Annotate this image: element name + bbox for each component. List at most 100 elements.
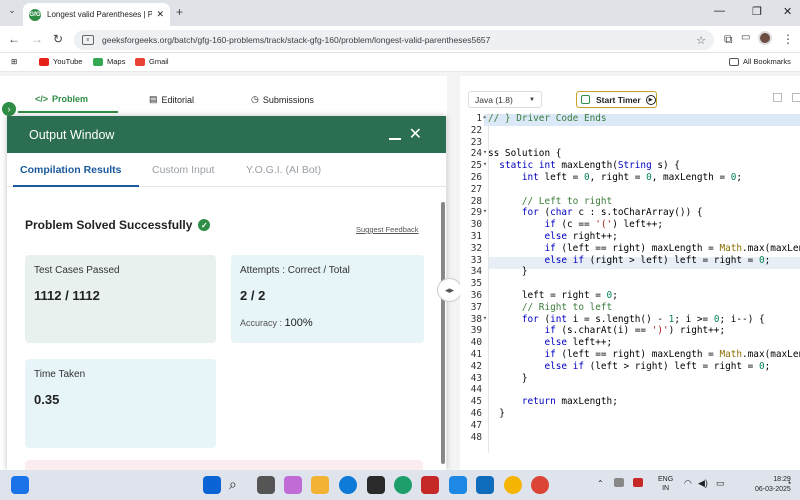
tab-label: Editorial <box>161 94 195 105</box>
site-info-icon[interactable]: ≡ <box>82 35 94 45</box>
code-line[interactable]: 1 ▸// } Driver Code Ends <box>460 113 800 125</box>
chrome-icon[interactable] <box>504 476 522 494</box>
code-line[interactable]: 32 if (left == right) maxLength = Math.m… <box>460 243 800 255</box>
widgets-icon[interactable] <box>11 476 29 494</box>
code-line[interactable]: 25 ▾ static int maxLength(String s) { <box>460 160 800 172</box>
fold-toggle-icon[interactable] <box>482 278 488 290</box>
code-line[interactable]: 24 ▾ ss Solution { <box>460 148 800 160</box>
tab-editorial[interactable]: ▤ Editorial <box>149 94 194 105</box>
menu-icon[interactable]: ⋮ <box>782 32 794 46</box>
restore-window-icon[interactable]: ❐ <box>752 5 762 18</box>
output-scrollbar[interactable] <box>441 202 445 464</box>
code-line[interactable]: 41 if (left == right) maxLength = Math.m… <box>460 349 800 361</box>
code-line[interactable]: 36 left = right = 0; <box>460 290 800 302</box>
close-output-icon[interactable]: ✕ <box>409 124 422 144</box>
code-line[interactable]: 47 <box>460 420 800 432</box>
profile-avatar[interactable] <box>758 31 772 45</box>
code-line[interactable]: 33 else if (right > left) left = right =… <box>460 255 800 267</box>
code-line[interactable]: 48 <box>460 432 800 444</box>
code-line[interactable]: 34 } <box>460 266 800 278</box>
code-line[interactable]: 35 <box>460 278 800 290</box>
copilot-icon[interactable] <box>284 476 302 494</box>
close-tab-icon[interactable]: ✕ <box>156 9 164 20</box>
code-line[interactable]: 22 <box>460 125 800 137</box>
language-select[interactable]: Java (1.8) ▼ <box>468 91 542 108</box>
code-line[interactable]: 46 } <box>460 408 800 420</box>
code-line[interactable]: 40 else left++; <box>460 337 800 349</box>
terminal-icon[interactable] <box>367 476 385 494</box>
new-tab-icon[interactable]: + <box>176 5 183 19</box>
wifi-icon[interactable]: ◠ <box>684 478 692 489</box>
tray-overflow-icon[interactable]: ⌃ <box>597 479 604 488</box>
close-window-icon[interactable]: ✕ <box>783 5 792 18</box>
start-timer-button[interactable]: Start Timer ▶ <box>576 91 657 108</box>
code-line[interactable]: 31 else right++; <box>460 231 800 243</box>
code-line[interactable]: 45 return maxLength; <box>460 396 800 408</box>
language-indicator[interactable]: ENG IN <box>658 475 673 493</box>
code-editor[interactable]: 1 ▸// } Driver Code Ends 22 23 24 ▾ ss Solutio… <box>460 113 800 453</box>
tab-problem[interactable]: </> Problem <box>35 94 88 104</box>
monitor-icon[interactable] <box>449 476 467 494</box>
code-line[interactable]: 42 else if (left > right) left = right =… <box>460 361 800 373</box>
code-line[interactable]: 26 int left = 0, right = 0, maxLength = … <box>460 172 800 184</box>
code-line[interactable]: 23 <box>460 137 800 149</box>
bookmark-maps[interactable]: Maps <box>93 57 125 66</box>
tray-security-icon[interactable] <box>633 478 643 487</box>
tab-submissions[interactable]: ◷ Submissions <box>251 94 314 105</box>
code-line[interactable]: 37 // Right to left <box>460 302 800 314</box>
browser-tab[interactable]: GfG Longest valid Parentheses | Pra ✕ <box>23 3 170 26</box>
minimize-output-icon[interactable] <box>389 138 401 140</box>
code-line[interactable]: 44 <box>460 384 800 396</box>
gmail-icon <box>135 57 145 66</box>
apps-icon[interactable]: ⊞ <box>11 57 17 66</box>
tab-compilation-results[interactable]: Compilation Results <box>20 164 122 176</box>
all-bookmarks[interactable]: All Bookmarks <box>729 57 791 66</box>
code-line[interactable]: 43 } <box>460 373 800 385</box>
edge-icon[interactable] <box>339 476 357 494</box>
app-icon[interactable] <box>394 476 412 494</box>
battery-icon[interactable]: ▭ <box>716 478 725 489</box>
forward-icon[interactable]: → <box>31 32 43 46</box>
pane-resize-handle[interactable]: ◂▸ <box>437 278 462 302</box>
code-line[interactable]: 27 <box>460 184 800 196</box>
search-icon[interactable]: ⌕ <box>229 476 247 494</box>
code-line[interactable]: 38 ▾ for (int i = s.length() - 1; i >= 0;… <box>460 314 800 326</box>
fold-toggle-icon[interactable] <box>482 184 488 196</box>
active-tab-indicator <box>13 185 139 187</box>
task-view-icon[interactable] <box>257 476 275 494</box>
chrome-profile-icon[interactable] <box>531 476 549 494</box>
back-icon[interactable]: ← <box>8 32 20 46</box>
notification-bell-icon[interactable]: ◔ <box>786 478 791 488</box>
address-bar[interactable]: ≡ geeksforgeeks.org/batch/gfg-160-proble… <box>74 30 714 50</box>
code-line[interactable]: 30 if (c == '(') left++; <box>460 219 800 231</box>
copy-icon[interactable] <box>773 93 782 102</box>
tray-app-icon[interactable] <box>614 478 624 487</box>
line-number: 31 <box>470 231 482 242</box>
bookmark-gmail[interactable]: Gmail <box>135 57 169 66</box>
code-line[interactable]: 39 if (s.charAt(i) == ')') right++; <box>460 325 800 337</box>
bookmark-youtube[interactable]: YouTube <box>39 57 82 66</box>
start-icon[interactable] <box>203 476 221 494</box>
fold-toggle-icon[interactable] <box>482 384 488 396</box>
bookmark-star-icon[interactable]: ☆ <box>696 34 706 47</box>
tab-yogi-ai-bot[interactable]: Y.O.G.I. (AI Bot) <box>246 164 321 176</box>
suggest-feedback-link[interactable]: Suggest Feedback <box>356 225 419 234</box>
tab-search-icon[interactable]: ⌄ <box>6 5 18 19</box>
fold-toggle-icon[interactable] <box>482 137 488 149</box>
fold-toggle-icon[interactable] <box>482 432 488 444</box>
fold-toggle-icon[interactable] <box>482 420 488 432</box>
tab-custom-input[interactable]: Custom Input <box>152 164 214 176</box>
file-explorer-icon[interactable] <box>311 476 329 494</box>
reload-icon[interactable]: ↻ <box>53 32 63 46</box>
mcafee-icon[interactable] <box>421 476 439 494</box>
bookmark-label: YouTube <box>53 57 83 66</box>
fold-toggle-icon[interactable] <box>482 125 488 137</box>
minimize-window-icon[interactable]: — <box>714 5 725 17</box>
volume-icon[interactable]: ◀) <box>698 478 708 489</box>
outlook-icon[interactable] <box>476 476 494 494</box>
fullscreen-icon[interactable] <box>792 93 800 102</box>
code-line[interactable]: 28 // Left to right <box>460 196 800 208</box>
code-line[interactable]: 29 ▾ for (char c : s.toCharArray()) { <box>460 207 800 219</box>
extensions-icon[interactable]: ⧉ <box>724 32 733 47</box>
sidepanel-icon[interactable]: ▭ <box>741 32 750 43</box>
